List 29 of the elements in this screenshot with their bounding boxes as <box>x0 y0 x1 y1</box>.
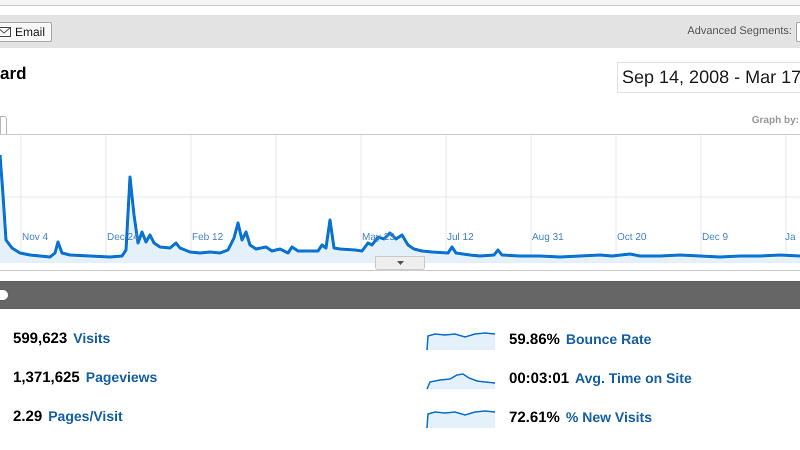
segments-label: Advanced Segments: <box>687 24 792 40</box>
envelope-icon <box>0 26 11 36</box>
metric-value: 00:03:01 <box>509 368 570 389</box>
axis-label: Nov 4 <box>22 231 48 245</box>
metric-link[interactable]: % New Visits <box>566 406 652 428</box>
metric-value: 72.61% <box>509 408 560 428</box>
caret-icon <box>396 261 404 265</box>
graph-tab[interactable] <box>0 116 7 134</box>
metric-value: 2.29 <box>13 407 42 427</box>
metric-link[interactable]: Bounce Rate <box>566 328 652 350</box>
metric-value: 1,371,625 <box>13 368 80 388</box>
axis-label: Dec 9 <box>702 231 728 245</box>
metric-link[interactable]: Pages/Visit <box>48 406 123 427</box>
axis-label: Aug 31 <box>532 231 564 245</box>
axis-label: Ja <box>785 231 796 245</box>
metric-link[interactable]: Visits <box>73 328 110 349</box>
email-button[interactable]: Email <box>0 22 52 42</box>
chart-resize-handle[interactable] <box>375 256 425 270</box>
axis-label: Jul 12 <box>447 231 474 245</box>
metric-value: 599,623 <box>13 329 68 349</box>
metric-link[interactable]: Avg. Time on Site <box>575 368 692 389</box>
page-title: ard <box>0 63 26 85</box>
axis-label: Oct 20 <box>617 231 646 245</box>
date-range-field[interactable]: Sep 14, 2008 - Mar 17 <box>617 62 800 93</box>
metric-link[interactable]: Pageviews <box>86 367 158 388</box>
collapse-icon <box>0 290 8 300</box>
metric-value: 59.86% <box>509 330 560 350</box>
axis-label: Feb 12 <box>192 231 224 245</box>
graph-by-label: Graph by: <box>752 114 799 128</box>
